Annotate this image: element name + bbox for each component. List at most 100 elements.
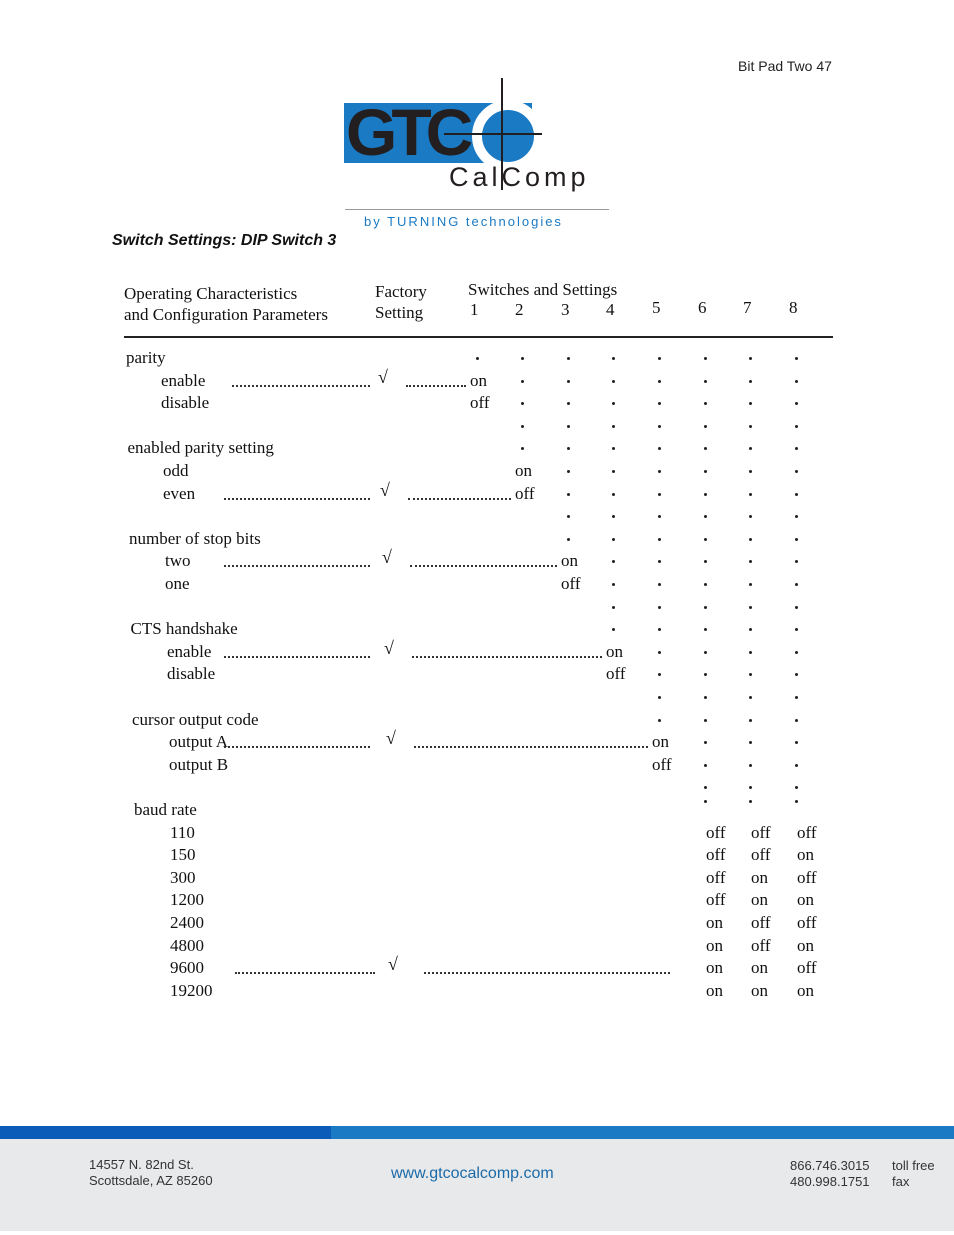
placeholder-dot [795,357,798,360]
placeholder-dot [749,718,752,722]
placeholder-dot [704,492,707,496]
placeholder-dot [612,470,615,473]
placeholder-dot [749,763,752,767]
option-label: even [163,483,196,503]
header-switches-title: Switches and Settings [468,280,618,299]
switch-value: on [652,732,669,752]
placeholder-dot [567,515,570,519]
section-title: Switch Settings: DIP Switch 3 [112,232,337,249]
leader-dots [224,746,370,749]
switch-value: on [751,867,768,887]
placeholder-dot [612,492,615,496]
switch-value: on [797,935,814,955]
factory-check-icon: √ [384,637,394,658]
address-line2: Scottsdale, AZ 85260 [89,1173,213,1188]
placeholder-dot [567,402,570,406]
placeholder-dot [567,470,570,473]
placeholder-dot [658,357,661,360]
switch-value: off [706,845,726,865]
switch-number: 4 [606,300,615,319]
placeholder-dot [795,741,798,745]
phone-toll-free-label: toll free [892,1158,935,1173]
phone-fax: 480.998.1751 [790,1174,870,1189]
switch-value: off [751,935,771,955]
placeholder-dot [704,515,707,519]
leader-dots [232,384,370,387]
placeholder-dot [795,402,798,406]
baud-rate-label: 110 [170,822,195,842]
placeholder-dot [612,605,615,609]
switch-value: on [561,551,578,571]
header-parameters-line2: and Configuration Parameters [124,305,328,324]
placeholder-dot [612,537,615,541]
switch-value: off [470,393,490,413]
placeholder-dot [658,424,661,428]
switch-number: 5 [652,298,661,317]
placeholder-dot [521,424,524,428]
option-label: odd [163,461,189,480]
placeholder-dot [567,357,570,360]
placeholder-dot [795,447,798,451]
placeholder-dot [612,424,615,428]
placeholder-dot [749,492,752,496]
group-title: enabled parity setting [127,438,274,458]
switch-value: off [606,664,626,684]
switch-value: on [706,913,723,932]
placeholder-dot [612,560,615,564]
option-label: disable [161,393,210,413]
option-label: disable [167,664,216,684]
placeholder-dot [704,537,707,541]
placeholder-dot [795,492,798,496]
switch-value: on [797,980,814,1000]
placeholder-dot [704,741,707,745]
placeholder-dot [795,650,798,654]
switch-value: off [797,958,817,978]
placeholder-dot [795,800,798,803]
placeholder-dot [658,447,661,451]
placeholder-dot [658,583,661,586]
placeholder-dot [795,470,798,473]
placeholder-dot [749,786,752,790]
switch-value: off [652,754,672,774]
placeholder-dot [658,605,661,609]
footer-address: 14557 N. 82nd St. Scottsdale, AZ 85260 [89,1157,213,1189]
switch-value: off [515,483,535,503]
page-header: Bit Pad Two 47 [738,58,832,74]
leader-dots [235,972,375,975]
option-label: enable [161,370,206,390]
placeholder-dot [749,379,752,383]
logo-tagline: by TURNING technologies [364,214,563,229]
placeholder-dot [749,424,752,428]
phone-fax-label: fax [892,1174,910,1189]
group-title: parity [126,348,166,367]
header-divider [124,336,833,338]
switch-value: on [515,461,532,480]
placeholder-dot [567,379,570,383]
header-factory-line1: Factory [375,282,427,301]
placeholder-dot [795,537,798,541]
footer-bar-right [331,1126,954,1139]
placeholder-dot [658,718,661,722]
placeholder-dot [658,537,661,541]
placeholder-dot [795,605,798,609]
group-title: CTS handshake [130,619,238,639]
placeholder-dot [658,492,661,496]
switch-value: on [797,845,814,865]
switch-value: off [751,913,771,932]
placeholder-dot [612,583,615,586]
switch-number: 1 [470,300,479,319]
switch-value: on [797,890,814,910]
switch-value: on [751,890,768,910]
baud-rate-label: 1200 [170,890,204,910]
placeholder-dot [521,379,524,383]
switch-value: on [470,370,487,390]
baud-rate-label: 300 [170,867,196,887]
factory-check-icon: √ [380,479,390,500]
website-link[interactable]: www.gtcocalcomp.com [391,1165,554,1183]
footer-phone-labels: toll free fax [892,1158,935,1190]
placeholder-dot [749,696,752,699]
switch-value: off [797,822,817,842]
placeholder-dot [521,447,524,451]
placeholder-dot [749,515,752,519]
placeholder-dot [658,402,661,406]
